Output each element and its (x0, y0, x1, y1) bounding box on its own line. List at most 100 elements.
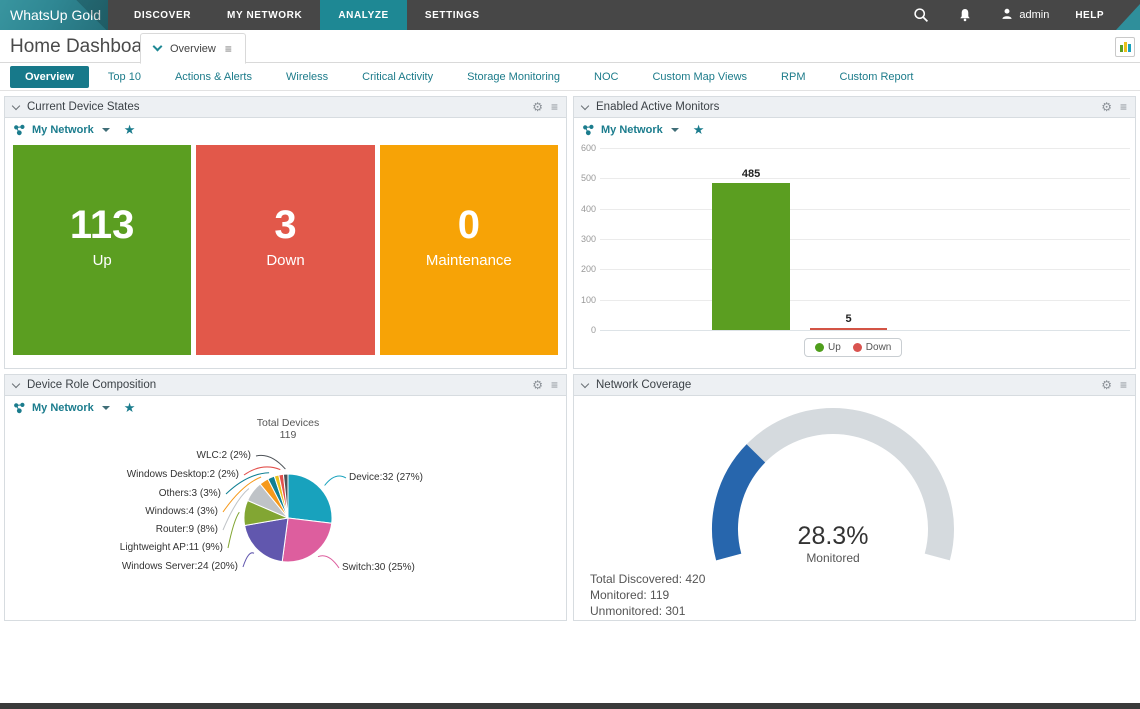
tile-label: Up (13, 252, 191, 269)
tab-custom-map-views[interactable]: Custom Map Views (637, 66, 762, 88)
nav-item-discover[interactable]: DISCOVER (116, 0, 209, 30)
panel-body: My Network ★ 113 Up 3Down0Maintenance (5, 118, 566, 368)
legend-label: Down (866, 342, 892, 353)
gridline (600, 330, 1130, 331)
caret-down-icon[interactable] (102, 128, 110, 132)
help-link[interactable]: HELP (1075, 10, 1104, 21)
bar-icon (1128, 44, 1131, 52)
nav-item-my-network[interactable]: MY NETWORK (209, 0, 320, 30)
gauge-value-arc (725, 453, 756, 557)
bar-icon (1120, 45, 1123, 52)
nav-item-settings[interactable]: SETTINGS (407, 0, 498, 30)
caret-down-icon[interactable] (671, 128, 679, 132)
gear-icon[interactable]: ⚙ (1101, 379, 1112, 391)
scope-selector[interactable]: My Network (32, 124, 94, 136)
view-tab-label: Overview (170, 43, 216, 55)
tab-actions-alerts[interactable]: Actions & Alerts (160, 66, 267, 88)
collapse-chevron-icon[interactable] (581, 101, 589, 109)
scope-selector[interactable]: My Network (601, 124, 663, 136)
pin-icon[interactable]: ★ (693, 123, 705, 136)
network-icon (13, 402, 26, 414)
y-tick-label: 0 (574, 325, 596, 335)
state-tile-down[interactable]: 3Down (196, 145, 374, 355)
gear-icon[interactable]: ⚙ (1101, 101, 1112, 113)
tile-value: 113 (13, 203, 191, 248)
list-menu-icon[interactable]: ≡ (225, 43, 232, 55)
y-tick-label: 200 (574, 264, 596, 274)
pie-label-lightweight-ap: Lightweight AP:11 (9%) (120, 542, 223, 553)
bar-legend: Up Down (804, 338, 902, 357)
pie-leader-line (243, 553, 254, 567)
tab-overview[interactable]: Overview (10, 66, 89, 88)
y-tick-label: 400 (574, 204, 596, 214)
y-tick-label: 300 (574, 234, 596, 244)
panel-current-device-states: Current Device States ⚙ ≡ My Network ★ 1… (4, 96, 567, 369)
pie-total-value: 119 (280, 429, 297, 441)
gear-icon[interactable]: ⚙ (532, 379, 543, 391)
gauge-percent: 28.3% (798, 522, 869, 551)
panel-title: Enabled Active Monitors (596, 101, 1093, 113)
state-tile-maintenance[interactable]: 0Maintenance (380, 145, 558, 355)
panel-menu-icon[interactable]: ≡ (551, 101, 558, 113)
gridline (600, 148, 1130, 149)
gauge-stat-line: Monitored: 119 (590, 587, 705, 603)
nav-items: DISCOVERMY NETWORKANALYZESETTINGS (116, 0, 498, 30)
pin-icon[interactable]: ★ (124, 123, 136, 136)
tab-top-10[interactable]: Top 10 (93, 66, 156, 88)
caret-down-icon[interactable] (102, 406, 110, 410)
tab-custom-report[interactable]: Custom Report (825, 66, 929, 88)
network-icon (13, 124, 26, 136)
pie-leader-line (325, 476, 346, 485)
coverage-gauge: 28.3% Monitored Total Discovered: 420Mon… (574, 396, 1135, 620)
dashboard-view-tab[interactable]: Overview ≡ (140, 33, 246, 64)
pie-label-windows-server: Windows Server:24 (20%) (122, 561, 238, 572)
panel-menu-icon[interactable]: ≡ (551, 379, 558, 391)
user-name: admin (1019, 9, 1049, 21)
user-menu[interactable]: admin (1000, 7, 1049, 24)
state-tile-up[interactable]: 113 Up (13, 145, 191, 355)
scope-row: My Network ★ (574, 118, 1135, 138)
collapse-chevron-icon[interactable] (581, 379, 589, 387)
nav-right: admin HELP (912, 0, 1140, 30)
person-icon (1000, 7, 1014, 24)
pin-icon[interactable]: ★ (124, 401, 136, 414)
tab-wireless[interactable]: Wireless (271, 66, 343, 88)
tab-noc[interactable]: NOC (579, 66, 633, 88)
scope-selector[interactable]: My Network (32, 402, 94, 414)
gridline (600, 300, 1130, 301)
tab-storage-monitoring[interactable]: Storage Monitoring (452, 66, 575, 88)
tile-label: Maintenance (380, 252, 558, 269)
gridline (600, 209, 1130, 210)
y-tick-label: 500 (574, 173, 596, 183)
nav-item-analyze[interactable]: ANALYZE (320, 0, 407, 30)
gauge-stat-line: Total Discovered: 420 (590, 571, 705, 587)
gauge-sublabel: Monitored (806, 551, 859, 565)
panel-body: 28.3% Monitored Total Discovered: 420Mon… (574, 396, 1135, 620)
collapse-chevron-icon[interactable] (12, 101, 20, 109)
gridline (600, 239, 1130, 240)
panel-menu-icon[interactable]: ≡ (1120, 379, 1127, 391)
brand-logo[interactable]: WhatsUp Gold (0, 0, 108, 30)
chart-widget-button[interactable] (1115, 37, 1135, 57)
tab-rpm[interactable]: RPM (766, 66, 820, 88)
gear-icon[interactable]: ⚙ (532, 101, 543, 113)
panel-header: Network Coverage ⚙ ≡ (574, 375, 1135, 396)
role-pie-chart: Total Devices 119 Device:32 (27%)Switch:… (5, 396, 566, 620)
search-icon[interactable] (912, 6, 930, 24)
legend-item-up: Up (815, 342, 841, 353)
panel-body: My Network ★ 60050040030020010004855 Up D… (574, 118, 1135, 368)
tab-critical-activity[interactable]: Critical Activity (347, 66, 448, 88)
panel-header: Enabled Active Monitors ⚙ ≡ (574, 97, 1135, 118)
y-tick-label: 600 (574, 143, 596, 153)
bar-up (712, 183, 789, 330)
tile-label: Down (196, 252, 374, 269)
panel-menu-icon[interactable]: ≡ (1120, 101, 1127, 113)
bell-icon[interactable] (956, 6, 974, 24)
gauge-stat-line: Unmonitored: 301 (590, 603, 705, 619)
panel-header: Current Device States ⚙ ≡ (5, 97, 566, 118)
bar-plot: 60050040030020010004855 (600, 148, 1130, 330)
panel-title: Network Coverage (596, 379, 1093, 391)
panel-network-coverage: Network Coverage ⚙ ≡ 28.3% Monitored Tot… (573, 374, 1136, 621)
collapse-chevron-icon[interactable] (12, 379, 20, 387)
pie-leader-line (228, 512, 239, 548)
